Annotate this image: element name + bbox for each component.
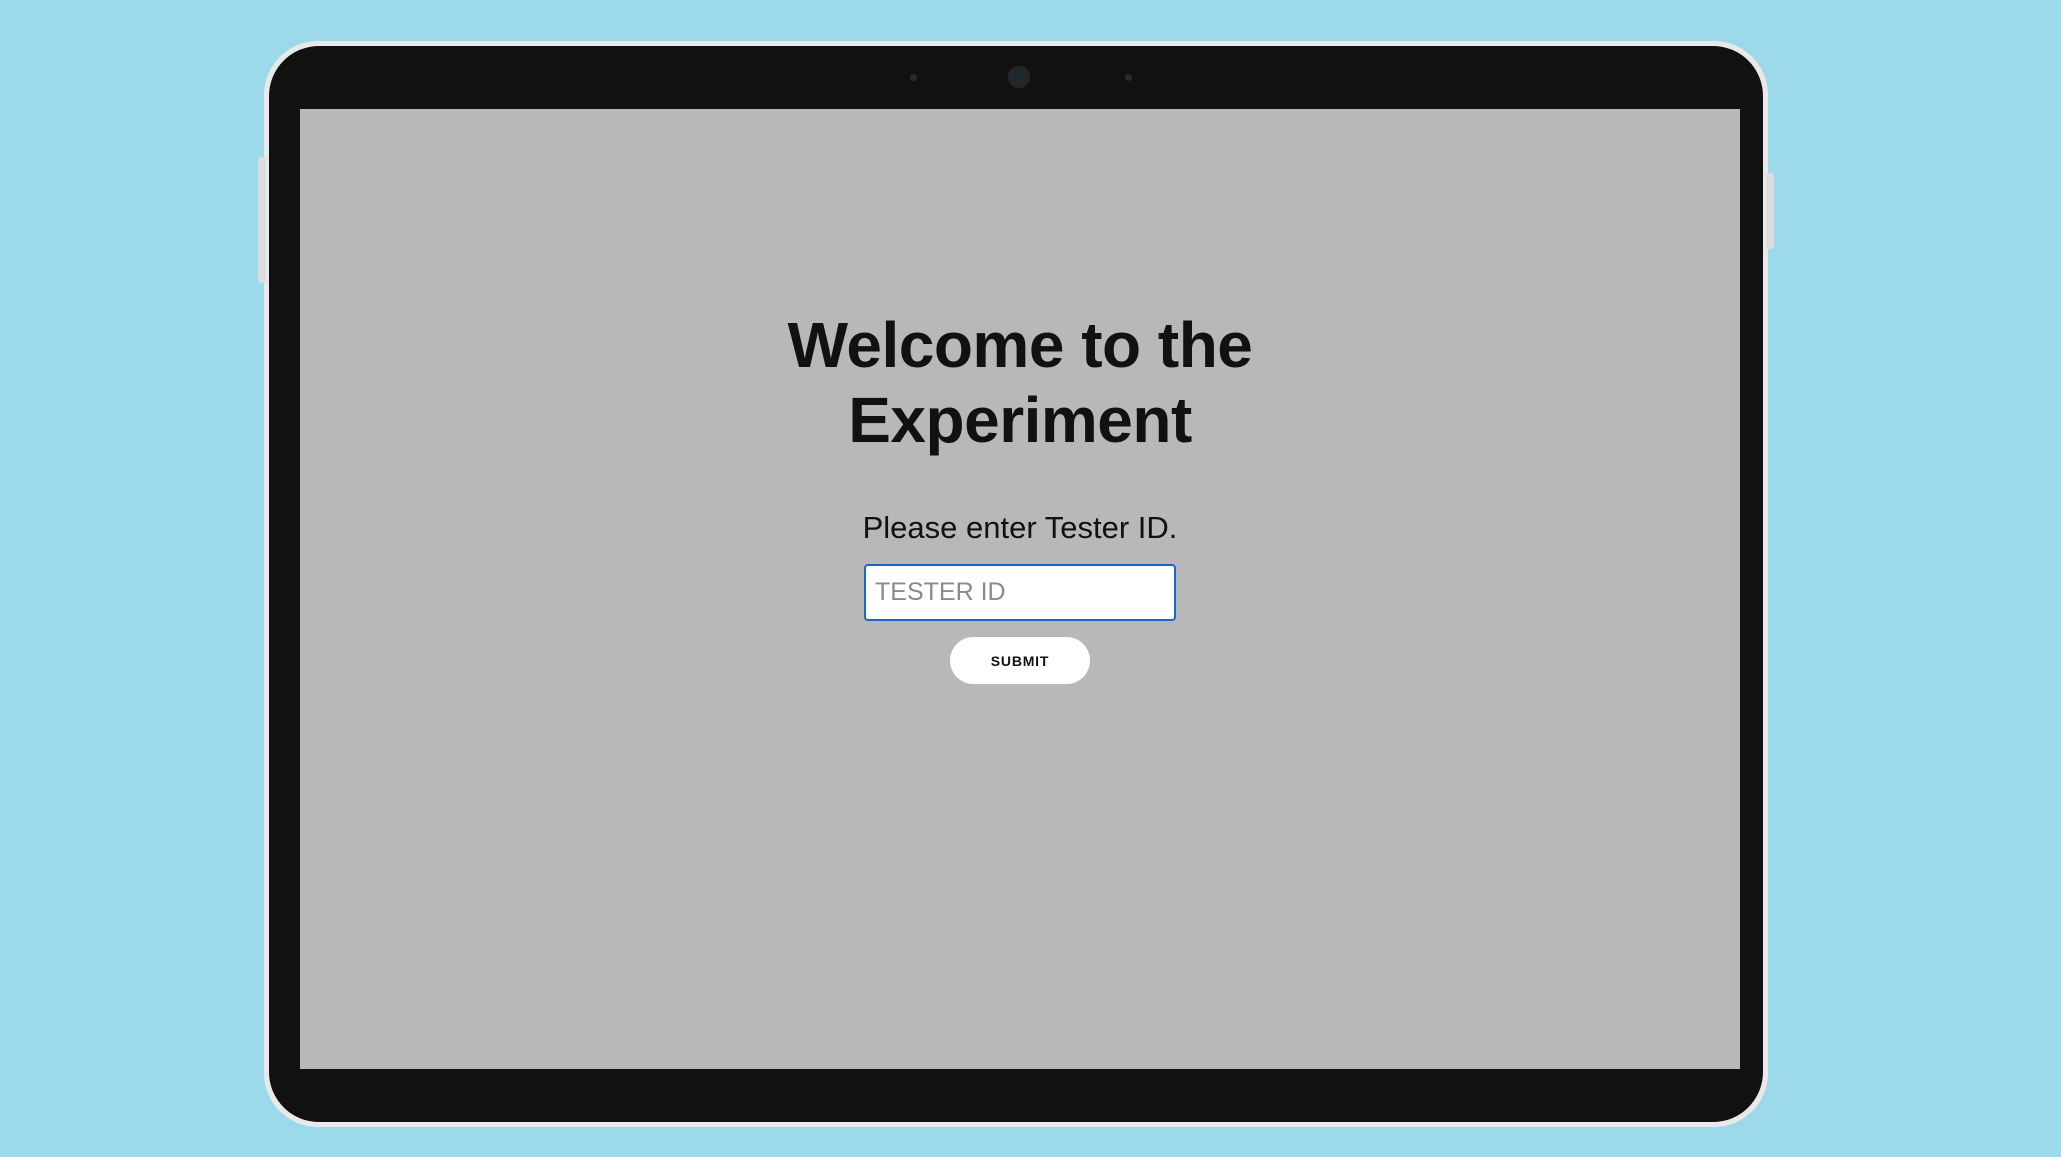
device-side-button-left xyxy=(258,157,266,283)
front-sensor-right xyxy=(1125,74,1132,81)
page-title-line-1: Welcome to the xyxy=(787,309,1253,381)
device-side-button-right xyxy=(1766,173,1774,249)
page-title: Welcome to the Experiment xyxy=(300,308,1740,458)
submit-button[interactable]: SUBMIT xyxy=(950,637,1090,684)
tester-id-prompt: Please enter Tester ID. xyxy=(862,510,1178,545)
page-title-line-2: Experiment xyxy=(848,384,1192,456)
front-camera-icon xyxy=(1008,66,1030,88)
tablet-device-frame: Welcome to the Experiment Please enter T… xyxy=(258,41,1774,1127)
device-bezel: Welcome to the Experiment Please enter T… xyxy=(269,46,1763,1122)
tester-id-input[interactable] xyxy=(864,564,1176,621)
app-screen: Welcome to the Experiment Please enter T… xyxy=(300,109,1740,1069)
front-sensor-left xyxy=(910,74,917,81)
